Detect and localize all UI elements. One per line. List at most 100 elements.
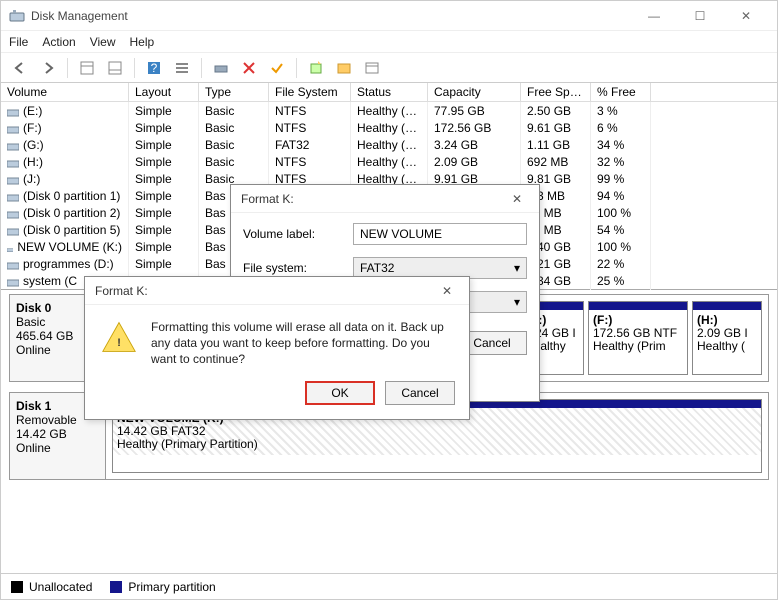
- chevron-down-icon: ▾: [514, 295, 520, 309]
- confirm-dialog: Format K: ✕ ! Formatting this volume wil…: [84, 276, 470, 420]
- volume-fs: FAT32: [269, 136, 351, 154]
- volume-free: 2.50 GB: [521, 102, 591, 120]
- disk-0-partition[interactable]: (H:)2.09 GB IHealthy (: [692, 301, 762, 375]
- volume-capacity: 172.56 GB: [428, 119, 521, 137]
- volume-capacity: 2.09 GB: [428, 153, 521, 171]
- volume-type: Basic: [199, 102, 269, 120]
- volume-name: (J:): [23, 172, 40, 186]
- volume-icon: [7, 157, 19, 167]
- volume-layout: Simple: [129, 136, 199, 154]
- volume-pct: 100 %: [591, 204, 651, 222]
- volume-icon: [7, 276, 19, 286]
- volume-pct: 32 %: [591, 153, 651, 171]
- volume-layout: Simple: [129, 102, 199, 120]
- col-layout[interactable]: Layout: [129, 83, 199, 101]
- col-status[interactable]: Status: [351, 83, 428, 101]
- col-free[interactable]: Free Spa...: [521, 83, 591, 101]
- close-button[interactable]: ✕: [723, 1, 769, 31]
- partition-stripe: [693, 302, 761, 310]
- back-button[interactable]: [9, 57, 31, 79]
- confirm-ok-button[interactable]: OK: [305, 381, 375, 405]
- volume-pct: 94 %: [591, 187, 651, 205]
- volume-status: Healthy (P...: [351, 136, 428, 154]
- legend-primary-label: Primary partition: [128, 580, 215, 594]
- volume-row[interactable]: (G:)SimpleBasicFAT32Healthy (P...3.24 GB…: [1, 136, 777, 153]
- volume-pct: 6 %: [591, 119, 651, 137]
- toolbar-separator: [67, 58, 68, 78]
- volume-pct: 100 %: [591, 238, 651, 256]
- confirm-cancel-button[interactable]: Cancel: [385, 381, 455, 405]
- view-top-icon[interactable]: [76, 57, 98, 79]
- warning-icon: !: [101, 319, 137, 367]
- volume-pct: 54 %: [591, 221, 651, 239]
- col-type[interactable]: Type: [199, 83, 269, 101]
- confirm-dialog-title-text: Format K:: [95, 284, 148, 298]
- view-bottom-icon[interactable]: [104, 57, 126, 79]
- window-title: Disk Management: [31, 9, 631, 23]
- menu-file[interactable]: File: [9, 35, 28, 49]
- delete-icon[interactable]: [238, 57, 260, 79]
- legend-swatch-black: [11, 581, 23, 593]
- volume-pct: 3 %: [591, 102, 651, 120]
- volume-row[interactable]: (H:)SimpleBasicNTFSHealthy (P...2.09 GB6…: [1, 153, 777, 170]
- svg-text:?: ?: [151, 61, 158, 75]
- col-capacity[interactable]: Capacity: [428, 83, 521, 101]
- confirm-dialog-title: Format K: ✕: [85, 277, 469, 305]
- folder-icon[interactable]: [333, 57, 355, 79]
- volume-row[interactable]: (F:)SimpleBasicNTFSHealthy (P...172.56 G…: [1, 119, 777, 136]
- check-icon[interactable]: [266, 57, 288, 79]
- titlebar: Disk Management — ☐ ✕: [1, 1, 777, 31]
- volume-type: Basic: [199, 136, 269, 154]
- volume-icon: [7, 174, 19, 184]
- format-dialog-title: Format K: ✕: [231, 185, 539, 213]
- legend: Unallocated Primary partition: [1, 573, 777, 599]
- partition-stripe: [589, 302, 687, 310]
- new-icon[interactable]: [305, 57, 327, 79]
- menu-action[interactable]: Action: [42, 35, 75, 49]
- volume-fs: NTFS: [269, 102, 351, 120]
- col-filesystem[interactable]: File System: [269, 83, 351, 101]
- volume-icon: [7, 259, 19, 269]
- menubar: File Action View Help: [1, 31, 777, 53]
- volume-layout: Simple: [129, 204, 199, 222]
- maximize-button[interactable]: ☐: [677, 1, 723, 31]
- format-dialog-close-icon[interactable]: ✕: [505, 192, 529, 206]
- minimize-button[interactable]: —: [631, 1, 677, 31]
- volume-type: Basic: [199, 153, 269, 171]
- volume-icon: [7, 140, 19, 150]
- legend-swatch-navy: [110, 581, 122, 593]
- svg-text:!: !: [117, 337, 121, 349]
- volume-name: (F:): [23, 121, 42, 135]
- window-icon[interactable]: [361, 57, 383, 79]
- volume-name: (Disk 0 partition 1): [23, 189, 120, 203]
- action-disk-icon[interactable]: [210, 57, 232, 79]
- toolbar-separator: [296, 58, 297, 78]
- volume-icon: [7, 208, 19, 218]
- disk-1-status: Online: [16, 441, 99, 455]
- forward-button[interactable]: [37, 57, 59, 79]
- settings-list-icon[interactable]: [171, 57, 193, 79]
- volume-label-input[interactable]: [353, 223, 527, 245]
- partition-status: Healthy (: [697, 340, 757, 353]
- disk-0-partition[interactable]: (F:)172.56 GB NTFHealthy (Prim: [588, 301, 688, 375]
- volume-layout: Simple: [129, 255, 199, 273]
- volume-capacity: 77.95 GB: [428, 102, 521, 120]
- volume-status: Healthy (P...: [351, 119, 428, 137]
- volume-name: NEW VOLUME (K:): [17, 240, 122, 254]
- menu-view[interactable]: View: [90, 35, 116, 49]
- col-volume[interactable]: Volume: [1, 83, 129, 101]
- volume-free: 1.11 GB: [521, 136, 591, 154]
- volume-row[interactable]: (E:)SimpleBasicNTFSHealthy (P...77.95 GB…: [1, 102, 777, 119]
- volume-pct: 25 %: [591, 272, 651, 290]
- volume-layout: Simple: [129, 187, 199, 205]
- chevron-down-icon: ▾: [514, 261, 520, 275]
- volume-icon: [7, 123, 19, 133]
- menu-help[interactable]: Help: [130, 35, 155, 49]
- volume-name: (Disk 0 partition 5): [23, 223, 120, 237]
- confirm-dialog-close-icon[interactable]: ✕: [435, 284, 459, 298]
- volume-name: (Disk 0 partition 2): [23, 206, 120, 220]
- col-percent-free[interactable]: % Free: [591, 83, 651, 101]
- help-icon[interactable]: ?: [143, 57, 165, 79]
- volume-capacity: 3.24 GB: [428, 136, 521, 154]
- legend-unallocated: Unallocated: [11, 580, 92, 594]
